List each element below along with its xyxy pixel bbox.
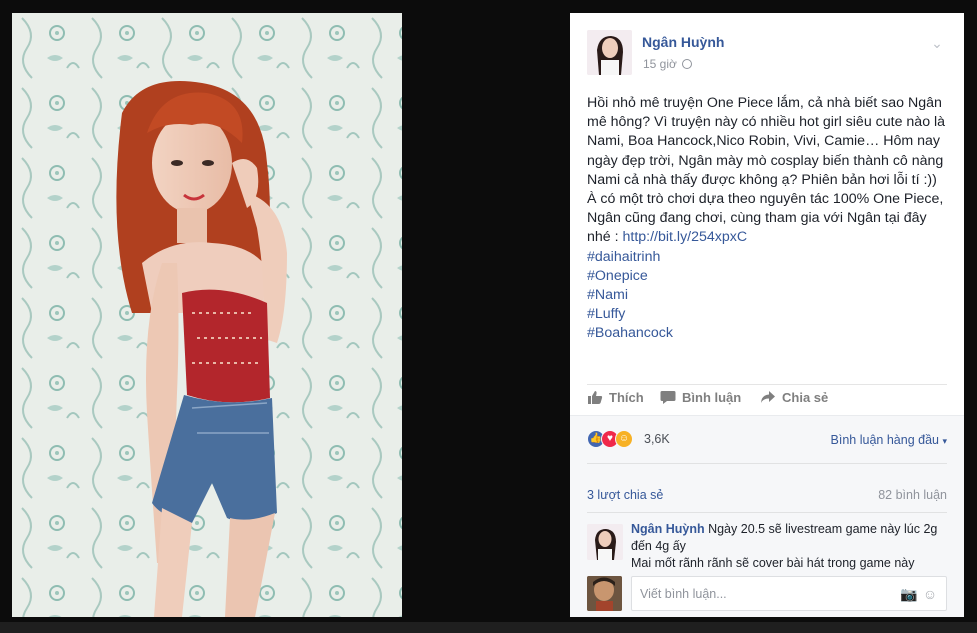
- commenter-name[interactable]: Ngân Huỳnh: [631, 522, 705, 536]
- divider: [587, 384, 947, 385]
- divider: [587, 463, 947, 464]
- hashtag-link[interactable]: #Boahancock: [587, 324, 949, 343]
- comment-text: Mai mốt rãnh rãnh sẽ cover bài hát trong…: [631, 556, 915, 570]
- caret-down-icon: ▾: [942, 436, 947, 446]
- globe-icon: [681, 59, 692, 69]
- comment-placeholder: Viết bình luận...: [640, 587, 727, 601]
- post-header: Ngân Huỳnh 15 giờ ⌄: [587, 30, 952, 78]
- divider: [587, 512, 947, 513]
- post-body: Hồi nhỏ mê truyện One Piece lắm, cả nhà …: [587, 94, 949, 344]
- thumbs-up-icon: [588, 391, 603, 404]
- viewer-avatar: [587, 576, 622, 611]
- share-button[interactable]: Chia sẻ: [760, 390, 828, 405]
- post-time[interactable]: 15 giờ: [643, 57, 677, 71]
- photo-image: [12, 13, 402, 617]
- author-avatar[interactable]: [587, 30, 632, 75]
- comment-button[interactable]: Bình luận: [660, 390, 741, 405]
- comment-icon: [660, 391, 676, 404]
- haha-reaction-icon: ☺: [615, 430, 633, 448]
- hashtag-link[interactable]: #Nami: [587, 286, 949, 305]
- like-button[interactable]: Thích: [587, 390, 644, 405]
- author-name[interactable]: Ngân Huỳnh: [642, 34, 724, 50]
- reactions-count: 3,6K: [644, 432, 670, 446]
- comment-label: Bình luận: [682, 390, 742, 405]
- comment-sort-dropdown[interactable]: Bình luận hàng đầu ▾: [831, 433, 947, 447]
- post-paragraph: À có một trò chơi dựa theo nguyên tác 10…: [587, 190, 949, 248]
- post-paragraph: Hồi nhỏ mê truyện One Piece lắm, cả nhà …: [587, 95, 946, 188]
- hashtag-link[interactable]: #Luffy: [587, 305, 949, 324]
- hashtag-link[interactable]: #daihaitrinh: [587, 248, 949, 267]
- camera-icon[interactable]: 📷: [900, 586, 917, 602]
- post-photo[interactable]: [12, 13, 402, 617]
- commenter-avatar[interactable]: [587, 524, 623, 560]
- post-meta: 15 giờ: [643, 57, 692, 71]
- emoji-icon[interactable]: ☺: [922, 586, 938, 602]
- post-link[interactable]: http://bit.ly/254xpxC: [623, 229, 748, 245]
- feedback-area: 👍 ♥ ☺ 3,6K Bình luận hàng đầu ▾ 3 lượt c…: [570, 415, 964, 617]
- comments-count[interactable]: 82 bình luận: [878, 488, 947, 502]
- shares-count[interactable]: 3 lượt chia sẻ: [587, 488, 663, 502]
- bottom-bar: [0, 622, 977, 633]
- comment-input[interactable]: Viết bình luận... 📷 ☺: [631, 576, 947, 611]
- sort-label: Bình luận hàng đầu: [830, 433, 939, 447]
- comment-composer: Viết bình luận... 📷 ☺: [587, 576, 947, 612]
- like-label: Thích: [609, 390, 644, 405]
- post-panel: Ngân Huỳnh 15 giờ ⌄ Hồi nhỏ mê truyện On…: [570, 13, 964, 617]
- comment-item: Ngân Huỳnh Ngày 20.5 sẽ livestream game …: [587, 521, 947, 577]
- hashtag-link[interactable]: #Onepice: [587, 267, 949, 286]
- comment-body: Ngân Huỳnh Ngày 20.5 sẽ livestream game …: [631, 521, 947, 572]
- chevron-down-icon[interactable]: ⌄: [930, 36, 944, 50]
- share-icon: [761, 391, 775, 403]
- share-label: Chia sẻ: [782, 390, 829, 405]
